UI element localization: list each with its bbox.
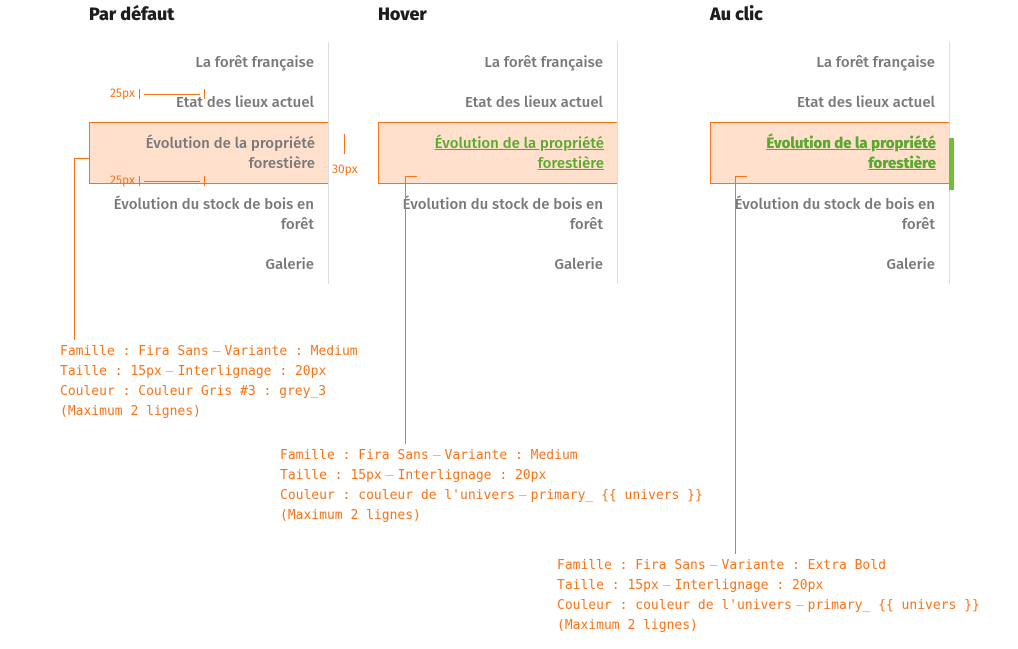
menu-item-label: Évolution du stock de bois en forêt [735, 195, 935, 233]
leader-line [735, 176, 747, 177]
state-title-hover: Hover [378, 4, 685, 24]
menu-item-galerie[interactable]: Galerie [710, 244, 949, 284]
leader-line [405, 176, 417, 177]
menu-item-galerie[interactable]: Galerie [378, 244, 617, 284]
leader-line [735, 176, 736, 554]
menu-item-label: La forêt française [816, 53, 935, 71]
menu-item-evolution-stock[interactable]: Évolution du stock de bois en forêt [89, 184, 328, 244]
menu-item-etat[interactable]: Etat des lieux actuel [378, 82, 617, 122]
leader-line [405, 176, 406, 444]
measure-label: 30px [332, 160, 358, 180]
spec-hover: Famille : Fira Sans—Variante : Medium Ta… [280, 446, 703, 526]
menu-item-label: Évolution du stock de bois en forêt [403, 195, 603, 233]
menu-item-evolution-stock[interactable]: Évolution du stock de bois en forêt [378, 184, 617, 244]
measure-bottom: 25px [110, 171, 205, 191]
menu-hover: La forêt française Etat des lieux actuel… [378, 42, 618, 284]
menu-item-evolution-propriete[interactable]: Évolution de la propriété forestière [378, 122, 617, 184]
menu-item-foret[interactable]: La forêt française [89, 42, 328, 82]
menu-default: La forêt française Etat des lieux actuel… [89, 42, 329, 284]
menu-item-label: Galerie [554, 255, 603, 273]
menu-item-foret[interactable]: La forêt française [710, 42, 949, 82]
state-title-click: Au clic [710, 4, 1018, 24]
measure-right: 30px [332, 134, 358, 180]
menu-item-foret[interactable]: La forêt française [378, 42, 617, 82]
menu-item-etat[interactable]: Etat des lieux actuel [710, 82, 949, 122]
menu-item-label: Évolution de la propriété forestière [146, 134, 315, 172]
menu-item-label: Évolution de la propriété forestière [766, 134, 936, 172]
menu-item-label: Galerie [886, 255, 935, 273]
menu-item-label: Etat des lieux actuel [797, 93, 935, 111]
menu-item-label: Etat des lieux actuel [465, 93, 603, 111]
measure-label: 25px [110, 84, 135, 104]
menu-item-label: La forêt française [195, 53, 314, 71]
measure-top: 25px [110, 84, 205, 104]
active-indicator [949, 138, 954, 190]
menu-item-label: Évolution du stock de bois en forêt [114, 195, 314, 233]
state-title-default: Par défaut [89, 4, 358, 24]
menu-item-galerie[interactable]: Galerie [89, 244, 328, 284]
spec-default: Famille : Fira Sans—Variante : Medium Ta… [60, 342, 358, 422]
menu-item-label: Évolution de la propriété forestière [435, 134, 604, 172]
menu-click: La forêt française Etat des lieux actuel… [710, 42, 950, 284]
menu-item-label: Galerie [265, 255, 314, 273]
menu-item-evolution-stock[interactable]: Évolution du stock de bois en forêt [710, 184, 949, 244]
menu-item-evolution-propriete[interactable]: Évolution de la propriété forestière [710, 122, 949, 184]
leader-line [74, 158, 75, 340]
menu-item-label: La forêt française [484, 53, 603, 71]
spec-click: Famille : Fira Sans—Variante : Extra Bol… [557, 556, 980, 636]
measure-label: 25px [110, 171, 135, 191]
leader-line [74, 158, 90, 159]
